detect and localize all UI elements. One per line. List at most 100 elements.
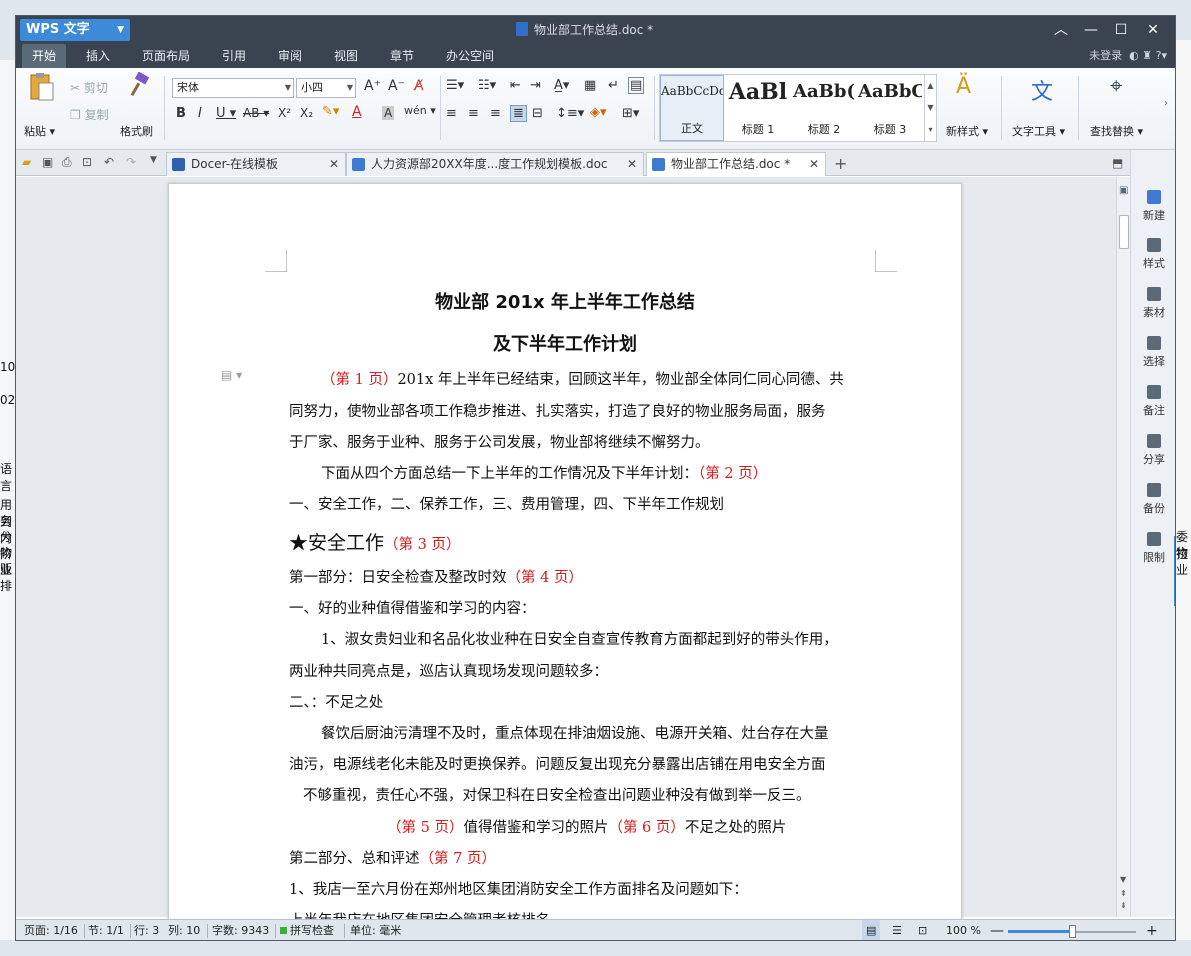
ribbon-collapse-button[interactable]: ︿	[1046, 16, 1076, 44]
panel-styles[interactable]: 样式	[1131, 238, 1175, 271]
format-painter-label[interactable]: 格式刷	[120, 123, 153, 139]
status-unit[interactable]: 单位: 毫米	[350, 920, 401, 940]
panel-materials[interactable]: 素材	[1131, 287, 1175, 320]
open-folder-icon[interactable]: ▰	[22, 155, 31, 169]
quick-access-menu-icon[interactable]: ▼	[150, 155, 157, 165]
status-page[interactable]: 页面: 1/16	[24, 920, 78, 940]
tab-list-icon[interactable]: ⬒	[1112, 156, 1123, 170]
align-right-icon[interactable]: ≡	[490, 106, 501, 121]
find-replace-label[interactable]: 查找替换 ▾	[1090, 123, 1143, 139]
grow-font-icon[interactable]: A⁺	[364, 78, 381, 94]
table-icon[interactable]: ▦	[584, 78, 596, 93]
close-icon[interactable]: ✕	[809, 153, 819, 175]
vertical-scrollbar[interactable]: ▣ ▼ ⇞ ⇟	[1116, 177, 1130, 917]
panel-restrict[interactable]: 限制	[1131, 532, 1175, 565]
add-tab-icon[interactable]: +	[834, 154, 847, 173]
tab-insert[interactable]: 插入	[76, 44, 120, 68]
minimize-button[interactable]: —	[1076, 16, 1106, 44]
style-heading-3[interactable]: AaBbC 标题 3	[858, 75, 922, 141]
phonetic-guide-icon[interactable]: wén ▾	[404, 104, 436, 117]
cut-button[interactable]: ✂ 剪切	[70, 79, 108, 96]
panel-backup[interactable]: 备份	[1131, 483, 1175, 516]
borders-icon[interactable]: ⊞▾	[622, 106, 639, 121]
next-page-icon[interactable]: ⇟	[1120, 901, 1127, 910]
tab-home[interactable]: 开始	[22, 44, 67, 68]
page-view-icon[interactable]: ▤	[862, 920, 881, 940]
increase-indent-icon[interactable]: ⇥	[530, 78, 541, 93]
style-heading-1[interactable]: AaBl 标题 1	[726, 75, 790, 141]
binoculars-icon[interactable]: ⌖	[1110, 74, 1122, 99]
close-button[interactable]: ✕	[1138, 16, 1168, 44]
status-word-count[interactable]: 字数: 9343	[212, 920, 269, 940]
text-direction-icon[interactable]: A̲▾	[554, 78, 569, 93]
app-menu-button[interactable]: WPS 文字 ▼	[20, 19, 130, 41]
text-tools-icon[interactable]: 文	[1031, 74, 1053, 106]
tab-references[interactable]: 引用	[212, 44, 256, 68]
close-icon[interactable]: ✕	[329, 153, 339, 175]
highlight-icon[interactable]: ✎▾	[322, 104, 339, 119]
paragraph-handle-icon[interactable]: ▤ ▾	[221, 368, 242, 382]
italic-icon[interactable]: I	[198, 106, 202, 121]
justify-icon[interactable]: ≣	[510, 105, 527, 122]
underline-icon[interactable]: U ▾	[216, 106, 236, 121]
panel-comments[interactable]: 备注	[1131, 385, 1175, 418]
redo-icon[interactable]: ↷	[126, 155, 136, 169]
scroll-up-icon[interactable]: ▣	[1119, 185, 1128, 196]
char-shading-icon[interactable]: A	[382, 106, 395, 120]
font-name-select[interactable]: 宋体 ▼	[172, 78, 294, 98]
tab-chapter[interactable]: 章节	[380, 44, 424, 68]
login-status[interactable]: 未登录	[1089, 49, 1122, 62]
fill-color-icon[interactable]: ◈▾	[590, 105, 607, 120]
save-icon[interactable]: ▣	[42, 155, 53, 169]
panel-share[interactable]: 分享	[1131, 434, 1175, 467]
paste-icon[interactable]	[26, 72, 56, 102]
tab-review[interactable]: 审阅	[268, 44, 312, 68]
close-icon[interactable]: ✕	[627, 153, 637, 175]
zoom-out-icon[interactable]: —	[990, 920, 1004, 940]
show-marks-icon[interactable]: ▤	[628, 77, 645, 94]
tab-view[interactable]: 视图	[324, 44, 368, 68]
tab-office-space[interactable]: 办公空间	[436, 44, 504, 68]
zoom-in-icon[interactable]: +	[1146, 920, 1158, 940]
scrollbar-thumb[interactable]	[1119, 215, 1129, 249]
paste-label[interactable]: 粘贴 ▾	[24, 123, 55, 139]
shrink-font-icon[interactable]: A⁻	[388, 78, 405, 94]
format-painter-icon[interactable]	[127, 71, 153, 98]
spell-check-toggle[interactable]: 拼写检查	[280, 920, 334, 940]
superscript-icon[interactable]: X²	[278, 106, 291, 120]
distribute-icon[interactable]: ⊟	[532, 106, 543, 121]
panel-new[interactable]: 新建	[1131, 190, 1175, 223]
prev-page-icon[interactable]: ⇞	[1120, 889, 1127, 898]
print-preview-icon[interactable]: ⊡	[82, 155, 92, 169]
outline-view-icon[interactable]: ☰	[892, 920, 902, 940]
text-tools-label[interactable]: 文字工具 ▾	[1012, 123, 1065, 139]
new-style-icon[interactable]: Ä	[956, 74, 971, 99]
new-style-label[interactable]: 新样式 ▾	[946, 123, 988, 139]
ribbon-scroll-right-icon[interactable]: ›	[1164, 98, 1168, 109]
font-size-select[interactable]: 小四 ▼	[296, 78, 356, 98]
skin-icon[interactable]: ◐	[1129, 49, 1139, 62]
decrease-indent-icon[interactable]: ⇤	[510, 78, 521, 93]
web-view-icon[interactable]: ⊡	[918, 920, 927, 940]
maximize-button[interactable]: ☐	[1106, 16, 1136, 44]
scroll-down-icon[interactable]: ▼	[1120, 875, 1126, 884]
strikethrough-icon[interactable]: AB ▾	[243, 106, 269, 120]
tab-page-layout[interactable]: 页面布局	[132, 44, 200, 68]
font-color-icon[interactable]: A	[352, 104, 362, 120]
subscript-icon[interactable]: X₂	[300, 106, 313, 120]
copy-button[interactable]: ❐ 复制	[70, 106, 109, 123]
style-normal[interactable]: AaBbCcDd 正文	[660, 75, 724, 141]
paragraph-mark-icon[interactable]: ↵	[608, 78, 619, 93]
undo-icon[interactable]: ↶	[104, 155, 114, 169]
line-spacing-icon[interactable]: ↕≡▾	[556, 106, 584, 121]
print-icon[interactable]: ⎙	[62, 155, 72, 170]
clear-format-icon[interactable]: A̸	[414, 78, 424, 94]
zoom-slider-knob[interactable]	[1069, 925, 1076, 938]
document-page[interactable]: ▤ ▾ 物业部 201x 年上半年工作总结 及下半年工作计划 （第 1 页）20…	[168, 183, 962, 929]
style-gallery-scroll[interactable]: ▲ ▼ ▾	[924, 75, 936, 141]
tab-property-summary-doc[interactable]: 物业部工作总结.doc * ✕	[646, 152, 826, 176]
tab-hr-plan-doc[interactable]: 人力资源部20XX年度...度工作规划模板.doc ✕	[346, 152, 644, 176]
bullet-list-icon[interactable]: ☰▾	[446, 78, 464, 93]
style-heading-2[interactable]: AaBb(标题 2	[792, 75, 856, 141]
help-icon[interactable]: ?▾	[1156, 49, 1167, 62]
